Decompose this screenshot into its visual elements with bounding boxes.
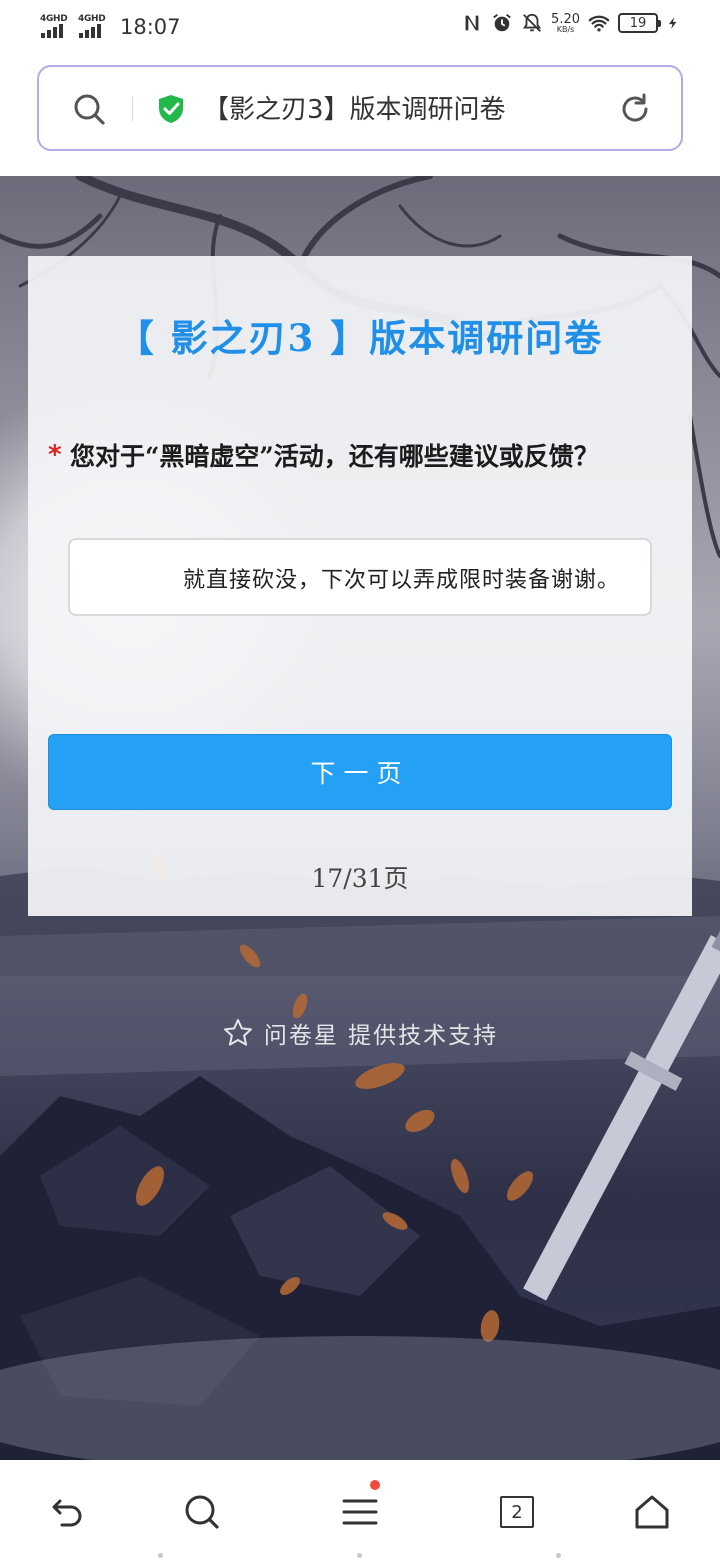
search-icon[interactable] xyxy=(71,91,107,127)
address-bar[interactable]: 【影之刃3】版本调研问卷 xyxy=(37,65,683,151)
refresh-icon[interactable] xyxy=(617,91,653,127)
search-button[interactable] xyxy=(178,1488,226,1536)
secure-shield-icon xyxy=(159,95,183,123)
menu-icon xyxy=(342,1499,378,1525)
cellular-signal-icon: 4GHD xyxy=(78,14,108,40)
tabs-icon: 2 xyxy=(500,1496,534,1528)
wifi-icon xyxy=(588,15,610,32)
network-speed: 5.20 KB/s xyxy=(551,11,580,34)
battery-icon: 19 xyxy=(618,13,661,33)
clock: 18:07 xyxy=(120,15,181,39)
tab-count: 2 xyxy=(511,1501,523,1523)
back-icon xyxy=(52,1499,82,1527)
tabs-button[interactable]: 2 xyxy=(493,1488,541,1536)
next-page-button[interactable]: 下一页 xyxy=(48,734,672,810)
home-icon xyxy=(635,1495,669,1529)
address-divider xyxy=(132,97,133,121)
nav-indicator-dot xyxy=(357,1553,362,1558)
menu-button[interactable] xyxy=(336,1480,384,1536)
powered-by-text: 问卷星 提供技术支持 xyxy=(263,1023,499,1049)
answer-text-field[interactable]: 就直接砍没，下次可以弄成限时装备谢谢。 xyxy=(68,538,652,616)
mute-icon xyxy=(523,13,542,32)
notification-dot xyxy=(370,1480,380,1490)
bottom-navigation: 2 xyxy=(0,1460,720,1560)
alarm-icon xyxy=(493,14,511,32)
back-button[interactable] xyxy=(44,1488,92,1536)
nav-indicator-dot xyxy=(158,1553,163,1558)
status-bar: 4GHD 4GHD 18:07 5.20 KB/s 19 xyxy=(0,0,720,56)
star-icon xyxy=(223,1019,252,1046)
cellular-signal-icon: 4GHD xyxy=(40,14,70,40)
network-type-label: 4GHD xyxy=(78,14,106,24)
survey-card: 【 影之刃3 】版本调研问卷 * 您对于“黑暗虚空”活动，还有哪些建议或反馈？ … xyxy=(28,256,692,916)
answer-text-value: 就直接砍没，下次可以弄成限时装备谢谢。 xyxy=(182,568,620,593)
page-indicator: 17/31页 xyxy=(311,864,409,893)
home-button[interactable] xyxy=(628,1488,676,1536)
survey-title: 【 影之刃3 】版本调研问卷 xyxy=(116,316,604,360)
question-text: 您对于“黑暗虚空”活动，还有哪些建议或反馈？ xyxy=(70,442,599,471)
search-icon xyxy=(185,1495,219,1529)
page-url-title[interactable]: 【影之刃3】版本调研问卷 xyxy=(203,89,506,126)
nav-indicator-dot xyxy=(556,1553,561,1558)
powered-by[interactable]: 问卷星 提供技术支持 xyxy=(0,1016,720,1050)
charging-icon xyxy=(668,17,677,29)
network-type-label: 4GHD xyxy=(40,14,68,24)
nfc-icon xyxy=(465,15,479,31)
required-mark: * xyxy=(48,440,62,470)
